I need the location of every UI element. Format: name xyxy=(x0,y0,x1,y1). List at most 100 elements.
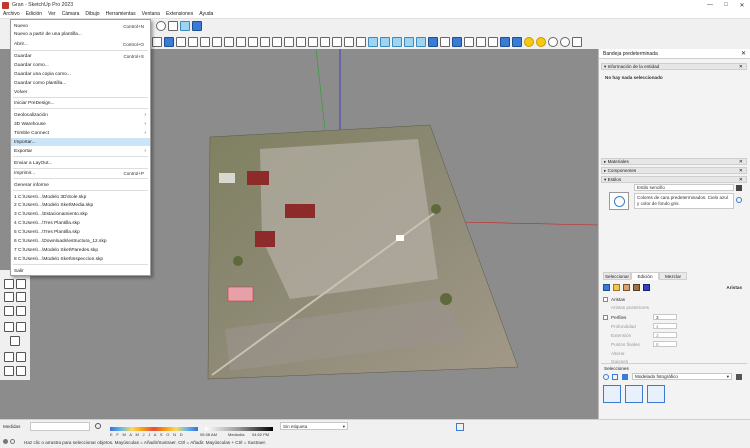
style-thumb-2[interactable] xyxy=(625,385,643,403)
menu-item-imprimir[interactable]: Imprimir... Control+P xyxy=(11,169,150,177)
recent-file-2[interactable]: 2 C:\Users\...\Modelo Sket\Media.skp xyxy=(11,201,150,209)
face-settings-icon[interactable] xyxy=(613,284,620,291)
materials-panel-header[interactable]: ▸ Materiales ✕ xyxy=(601,158,747,165)
follow-me-icon[interactable] xyxy=(16,279,26,289)
recent-file-6[interactable]: 6 C:\Users\...\Downloads\estructura_12.s… xyxy=(11,237,150,245)
orbit-icon[interactable] xyxy=(200,37,210,47)
watermark-settings-icon[interactable] xyxy=(633,284,640,291)
close-icon[interactable]: ✕ xyxy=(739,159,743,165)
walk-icon[interactable] xyxy=(4,322,14,332)
zoom-window-icon[interactable] xyxy=(236,37,246,47)
menu-item-3d-warehouse[interactable]: 3D Warehouse › xyxy=(11,120,150,128)
details-icon[interactable] xyxy=(612,374,618,380)
tab-edicion[interactable]: Edición xyxy=(631,272,659,280)
menu-item-predesign[interactable]: Iniciar PreDesign... xyxy=(11,99,150,107)
tab-mezclar[interactable]: Mezclar xyxy=(659,272,687,280)
background-settings-icon[interactable] xyxy=(623,284,630,291)
extension-value[interactable]: 3 xyxy=(653,332,677,338)
maximize-button[interactable]: □ xyxy=(718,0,734,10)
menu-herramientas[interactable]: Herramientas xyxy=(103,11,139,17)
shaded-textures-icon[interactable] xyxy=(428,37,438,47)
recent-file-3[interactable]: 3 C:\Users\...\Estacionamiento.skp xyxy=(11,210,150,218)
menu-edicion[interactable]: Edición xyxy=(23,11,45,17)
menu-camara[interactable]: Cámara xyxy=(59,11,83,17)
menu-item-nuevo-plantilla[interactable]: Nuevo a partir de una plantilla... xyxy=(11,30,150,38)
zoom-tool-icon[interactable] xyxy=(4,292,14,302)
menu-item-guardar-copia[interactable]: Guardar una copia como... xyxy=(11,70,150,78)
style-name-field[interactable]: Estilo sencillo xyxy=(634,184,734,191)
monochrome-icon[interactable] xyxy=(440,37,450,47)
options-icon[interactable] xyxy=(736,374,742,380)
display-icon[interactable] xyxy=(603,374,609,380)
month-slider[interactable] xyxy=(110,427,198,431)
box-outline-icon[interactable] xyxy=(488,37,498,47)
close-icon[interactable]: ✕ xyxy=(739,168,743,174)
tag-select[interactable]: Sin etiqueta ▾ xyxy=(280,422,348,430)
menu-extensiones[interactable]: Extensiones xyxy=(163,11,196,17)
recent-file-7[interactable]: 7 C:\Users\...\Modelo Sket\Paredes.skp xyxy=(11,246,150,254)
solid-tools-icon[interactable] xyxy=(500,37,510,47)
outer-shell-icon[interactable] xyxy=(512,37,522,47)
look-around-icon[interactable] xyxy=(16,322,26,332)
shaded-icon[interactable] xyxy=(416,37,426,47)
menu-item-volver[interactable]: Volver xyxy=(11,88,150,96)
menu-item-geolocalizacion[interactable]: Geolocalización › xyxy=(11,111,150,119)
sun-icon[interactable] xyxy=(536,37,546,47)
menu-item-guardar-plantilla[interactable]: Guardar como plantilla... xyxy=(11,79,150,87)
entity-info-header[interactable]: ▾ Información de la entidad ✕ xyxy=(601,63,747,70)
update-style-icon[interactable] xyxy=(736,197,742,203)
menu-item-salir[interactable]: Salir xyxy=(11,267,150,275)
group-icon[interactable] xyxy=(464,37,474,47)
right-view-icon[interactable] xyxy=(332,37,342,47)
home-icon[interactable] xyxy=(622,374,628,380)
wireframe-icon[interactable] xyxy=(392,37,402,47)
menu-ventana[interactable]: Ventana xyxy=(139,11,163,17)
light-icon[interactable] xyxy=(560,37,570,47)
menu-item-abrir[interactable]: Abrir... Control+O xyxy=(11,40,150,48)
cloud-download-icon[interactable] xyxy=(284,37,294,47)
close-icon[interactable]: ✕ xyxy=(739,177,743,183)
close-icon[interactable]: ✕ xyxy=(739,64,743,70)
info-icon[interactable] xyxy=(3,439,8,444)
xray-icon[interactable] xyxy=(368,37,378,47)
measurements-field[interactable] xyxy=(30,422,90,431)
eraser-icon[interactable] xyxy=(164,37,174,47)
profiles-checkbox[interactable] xyxy=(603,315,608,320)
menu-item-trimble-connect[interactable]: Trimble Connect › xyxy=(11,129,150,137)
sandbox-icon[interactable] xyxy=(4,352,14,362)
recent-file-5[interactable]: 5 C:\Users\...\Tres Plantilla.skp xyxy=(11,228,150,236)
zoom-extents-icon[interactable] xyxy=(248,37,258,47)
menu-item-exportar[interactable]: Exportar › xyxy=(11,147,150,155)
drape-icon[interactable] xyxy=(16,366,26,376)
section-cut-icon[interactable] xyxy=(180,21,190,31)
previous-view-icon[interactable] xyxy=(260,37,270,47)
profiles-value[interactable]: 3 xyxy=(653,314,677,320)
user-icon[interactable] xyxy=(10,439,15,444)
collection-select[interactable]: Modelado fotográfico ▾ xyxy=(632,373,732,380)
style-thumb-3[interactable] xyxy=(647,385,665,403)
freehand-icon[interactable] xyxy=(188,37,198,47)
select-icon[interactable] xyxy=(152,37,162,47)
menu-item-nuevo[interactable]: Nuevo Control+N xyxy=(11,22,150,30)
pan-icon[interactable] xyxy=(212,37,222,47)
hidden-line-icon[interactable] xyxy=(404,37,414,47)
section-plane-icon[interactable] xyxy=(168,21,178,31)
style-description-field[interactable]: Colores de cara predeterminados. Cielo a… xyxy=(634,193,734,209)
smoove-icon[interactable] xyxy=(16,352,26,362)
depth-value[interactable]: 4 xyxy=(653,323,677,329)
solid-box-icon[interactable] xyxy=(476,37,486,47)
left-view-icon[interactable] xyxy=(356,37,366,47)
cloud-upload-icon[interactable] xyxy=(272,37,282,47)
menu-ayuda[interactable]: Ayuda xyxy=(196,11,216,17)
zoom-icon[interactable] xyxy=(224,37,234,47)
close-button[interactable]: ✕ xyxy=(734,0,750,10)
shadows-icon[interactable] xyxy=(524,37,534,47)
fog-icon[interactable] xyxy=(548,37,558,47)
recent-file-4[interactable]: 4 C:\Users\...\Tres Plantilla.skp xyxy=(11,219,150,227)
front-view-icon[interactable] xyxy=(320,37,330,47)
component-icon[interactable] xyxy=(452,37,462,47)
menu-item-enviar-layout[interactable]: Enviar a LayOut... xyxy=(11,159,150,167)
tape-measure-icon[interactable] xyxy=(572,37,582,47)
zoom-extents-tool-icon[interactable] xyxy=(4,306,14,316)
rotate-icon[interactable] xyxy=(4,279,14,289)
